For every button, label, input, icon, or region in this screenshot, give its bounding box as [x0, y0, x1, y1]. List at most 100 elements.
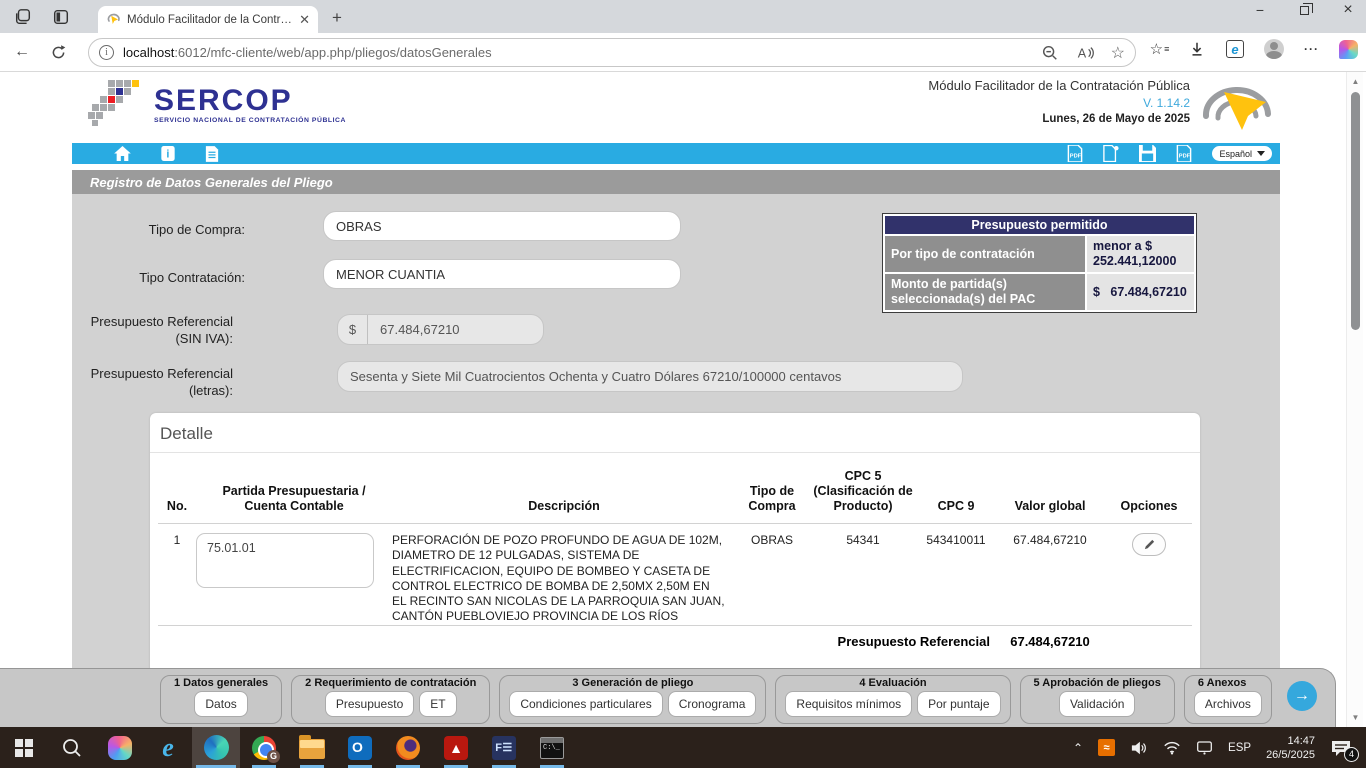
svg-text:i: i [166, 149, 169, 161]
taskbar-terminal-button[interactable] [528, 727, 576, 768]
workspaces-icon[interactable] [14, 8, 32, 26]
volume-icon[interactable] [1130, 740, 1148, 756]
scroll-down-icon[interactable]: ▼ [1347, 713, 1364, 722]
export-pdf-icon[interactable]: PDF [1067, 145, 1083, 162]
tipo-contratacion-label: Tipo Contratación: [0, 269, 245, 286]
budget-permitted-table: Presupuesto permitido Por tipo de contra… [882, 213, 1197, 313]
taskbar-file-explorer-button[interactable] [288, 727, 336, 768]
wireless-display-icon[interactable] [1196, 740, 1213, 755]
settings-menu-icon[interactable]: ··· [1304, 42, 1319, 56]
ie-mode-icon[interactable]: e [1226, 40, 1244, 58]
presupuesto-letras-value: Sesenta y Siete Mil Cuatrocientos Ochent… [338, 369, 853, 384]
keyboard-language[interactable]: ESP [1228, 742, 1251, 754]
url-bar[interactable]: i localhost:6012/mfc-cliente/web/app.php… [88, 38, 1136, 67]
et-button[interactable]: ET [419, 691, 456, 717]
print-pdf-icon[interactable]: PDF [1176, 145, 1192, 162]
search-icon [61, 737, 83, 759]
site-info-icon[interactable]: i [99, 45, 114, 60]
favorites-bar-icon[interactable]: ☆≡ [1150, 40, 1168, 58]
budget-row-label: Por tipo de contratación [885, 236, 1085, 272]
tipo-contratacion-input[interactable]: MENOR CUANTIA [323, 259, 681, 289]
next-step-button[interactable]: → [1287, 681, 1317, 711]
scroll-up-icon[interactable]: ▲ [1347, 77, 1364, 86]
refresh-icon[interactable] [50, 44, 67, 61]
archivos-button[interactable]: Archivos [1194, 691, 1262, 717]
detail-title: Detalle [150, 413, 1200, 453]
app-date: Lunes, 26 de Mayo de 2025 [928, 113, 1190, 125]
presupuesto-button[interactable]: Presupuesto [325, 691, 414, 717]
tab-close-icon[interactable]: ✕ [299, 12, 310, 28]
taskbar-mfc-app-button[interactable]: F☰ [480, 727, 528, 768]
col-no: No. [158, 467, 196, 524]
wifi-icon[interactable] [1163, 740, 1181, 755]
close-button[interactable]: × [1340, 2, 1356, 18]
chevron-down-icon [1257, 151, 1265, 156]
row-valor-global: 67.484,67210 [994, 524, 1106, 626]
validacion-button[interactable]: Validación [1059, 691, 1135, 717]
new-tab-button[interactable]: + [332, 8, 342, 28]
wizard-step-requerimiento: 2 Requerimiento de contratación Presupue… [291, 675, 490, 724]
restore-button[interactable] [1296, 2, 1312, 18]
budget-table-title: Presupuesto permitido [885, 216, 1194, 234]
tipo-compra-input[interactable]: OBRAS [323, 211, 681, 241]
tab-actions-icon[interactable] [52, 8, 70, 26]
notification-center-button[interactable]: 4 [1330, 739, 1352, 757]
por-puntaje-button[interactable]: Por puntaje [917, 691, 1000, 717]
cronograma-button[interactable]: Cronograma [668, 691, 757, 717]
col-cpc5: CPC 5 (Clasificación de Producto) [808, 467, 918, 524]
taskbar-chrome-button[interactable]: G [240, 727, 288, 768]
downloads-icon[interactable] [1188, 40, 1206, 58]
condiciones-particulares-button[interactable]: Condiciones particulares [509, 691, 662, 717]
col-cpc9: CPC 9 [918, 467, 994, 524]
taskbar-outlook-button[interactable] [336, 727, 384, 768]
taskbar-search-button[interactable] [48, 727, 96, 768]
zoom-out-icon[interactable] [1041, 44, 1059, 62]
budget-row-label: Monto de partida(s) seleccionada(s) del … [885, 274, 1085, 310]
svg-text:A: A [1077, 46, 1086, 60]
detail-table: No. Partida Presupuestaria / Cuenta Cont… [158, 467, 1192, 659]
datos-button[interactable]: Datos [194, 691, 247, 717]
taskbar-clock[interactable]: 14:47 26/5/2025 [1266, 734, 1315, 762]
favorite-star-icon[interactable]: ☆ [1111, 43, 1125, 63]
back-icon[interactable]: ← [14, 43, 30, 61]
partida-input[interactable]: 75.01.01 [196, 533, 374, 588]
language-select[interactable]: Español [1212, 146, 1272, 161]
col-opciones: Opciones [1106, 467, 1192, 524]
wizard-step-evaluacion: 4 Evaluación Requisitos mínimos Por punt… [775, 675, 1010, 724]
detail-footer-row: Presupuesto Referencial 67.484,67210 [158, 625, 1192, 659]
info-icon[interactable]: i [161, 146, 175, 161]
table-row: Por tipo de contratación menor a $ 252.4… [885, 236, 1194, 272]
taskbar-acrobat-button[interactable]: ▲ [432, 727, 480, 768]
minimize-button[interactable]: − [1252, 2, 1268, 18]
tray-expand-icon[interactable]: ⌃ [1073, 741, 1083, 755]
tipo-compra-label: Tipo de Compra: [0, 221, 245, 238]
document-icon[interactable] [205, 146, 219, 162]
taskbar-edge-button[interactable] [192, 727, 240, 768]
java-update-icon[interactable]: ≈ [1098, 739, 1115, 756]
home-icon[interactable] [114, 146, 131, 161]
read-aloud-icon[interactable]: A [1076, 44, 1094, 62]
browser-tab[interactable]: Módulo Facilitador de la Contrata ✕ [98, 6, 318, 33]
taskbar-internet-explorer-button[interactable]: e [144, 727, 192, 768]
save-icon[interactable] [1139, 145, 1156, 162]
profile-avatar[interactable] [1264, 39, 1284, 59]
vertical-scrollbar[interactable]: ▲ ▼ [1346, 72, 1363, 727]
google-badge: G [267, 750, 280, 763]
scrollbar-thumb[interactable] [1351, 92, 1360, 330]
start-button[interactable] [0, 727, 48, 768]
svg-text:PDF: PDF [1070, 153, 1082, 159]
app-version[interactable]: V. 1.14.2 [928, 96, 1190, 110]
copilot-icon[interactable] [1339, 40, 1358, 59]
taskbar-copilot-button[interactable] [96, 727, 144, 768]
taskbar-firefox-button[interactable] [384, 727, 432, 768]
tab-favicon [106, 12, 121, 27]
requisitos-minimos-button[interactable]: Requisitos mínimos [785, 691, 912, 717]
row-cpc9: 543410011 [918, 524, 994, 626]
url-text[interactable]: localhost:6012/mfc-cliente/web/app.php/p… [123, 45, 1041, 60]
new-document-icon[interactable] [1103, 145, 1119, 162]
row-descripcion: PERFORACIÓN DE POZO PROFUNDO DE AGUA DE … [392, 524, 736, 626]
detail-footer-label: Presupuesto Referencial [158, 625, 994, 659]
system-tray: ⌃ ≈ ESP 14:47 26/5/2025 [1073, 727, 1366, 768]
edit-row-button[interactable] [1132, 533, 1166, 556]
wizard-step-aprobacion: 5 Aprobación de pliegos Validación [1020, 675, 1175, 724]
